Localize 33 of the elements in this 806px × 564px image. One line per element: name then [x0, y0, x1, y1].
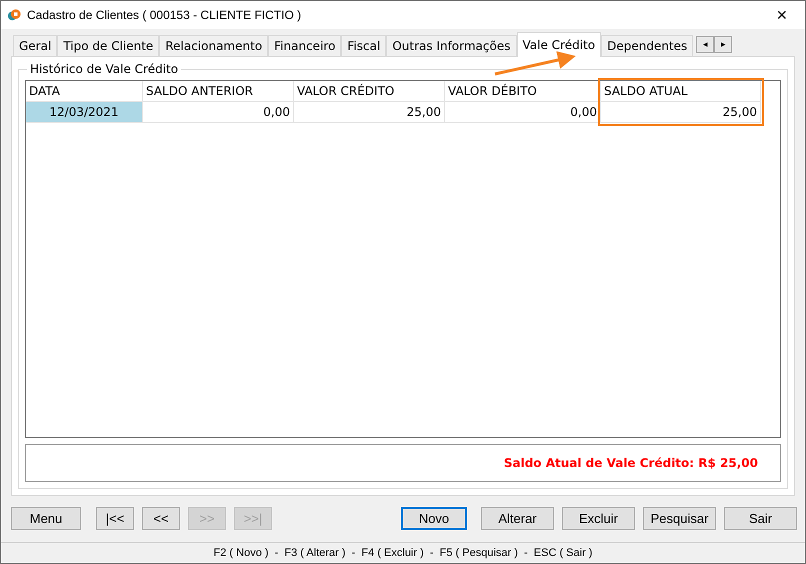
action-button[interactable]: Alterar [481, 507, 554, 530]
column-header: SALDO ATUAL [601, 80, 761, 102]
group-title: Histórico de Vale Crédito [27, 62, 182, 76]
shortcut-hints: F2 ( Novo ) - F3 ( Alterar ) - F4 ( Excluir ) - F5 ( Pesquisar ) - ESC ( Sair ) [214, 546, 592, 559]
tab[interactable]: Relacionamento [159, 34, 268, 56]
table-cell: 12/03/2021 [26, 102, 143, 123]
app-logo-icon [7, 8, 21, 22]
navigation-button[interactable]: << [142, 507, 180, 530]
action-button[interactable]: Pesquisar [643, 507, 716, 530]
column-header: VALOR DÉBITO [445, 80, 601, 102]
table-cell: 25,00 [601, 102, 761, 123]
column-header: VALOR CRÉDITO [294, 80, 445, 102]
column-header: SALDO ANTERIOR [143, 80, 294, 102]
tab[interactable]: Financeiro [268, 34, 342, 56]
menu-button[interactable]: Menu [11, 507, 81, 530]
action-button[interactable]: Novo [401, 507, 467, 530]
tab[interactable]: Dependentes [601, 34, 694, 56]
current-balance-label: Saldo Atual de Vale Crédito: R$ 25,00 [504, 456, 758, 470]
window-title: Cadastro de Clientes ( 000153 - CLIENTE FICTIO ) [27, 8, 302, 22]
action-button[interactable]: Excluir [562, 507, 635, 530]
table-cell: 0,00 [445, 102, 601, 123]
tab-scroll-button[interactable]: ▸ [714, 36, 732, 53]
close-button[interactable]: ✕ [759, 1, 805, 29]
table-cell: 0,00 [143, 102, 294, 123]
tab[interactable]: Tipo de Cliente [57, 34, 160, 56]
tab-scroll-button[interactable]: ◂ [696, 36, 714, 53]
action-button[interactable]: Sair [724, 507, 797, 530]
tab[interactable]: Fiscal [341, 34, 386, 56]
tab[interactable]: Vale Crédito [516, 32, 602, 57]
navigation-button[interactable]: |<< [96, 507, 134, 530]
table-cell: 25,00 [294, 102, 445, 123]
tab[interactable]: Geral [13, 34, 58, 56]
tab[interactable]: Outras Informações [386, 34, 516, 56]
